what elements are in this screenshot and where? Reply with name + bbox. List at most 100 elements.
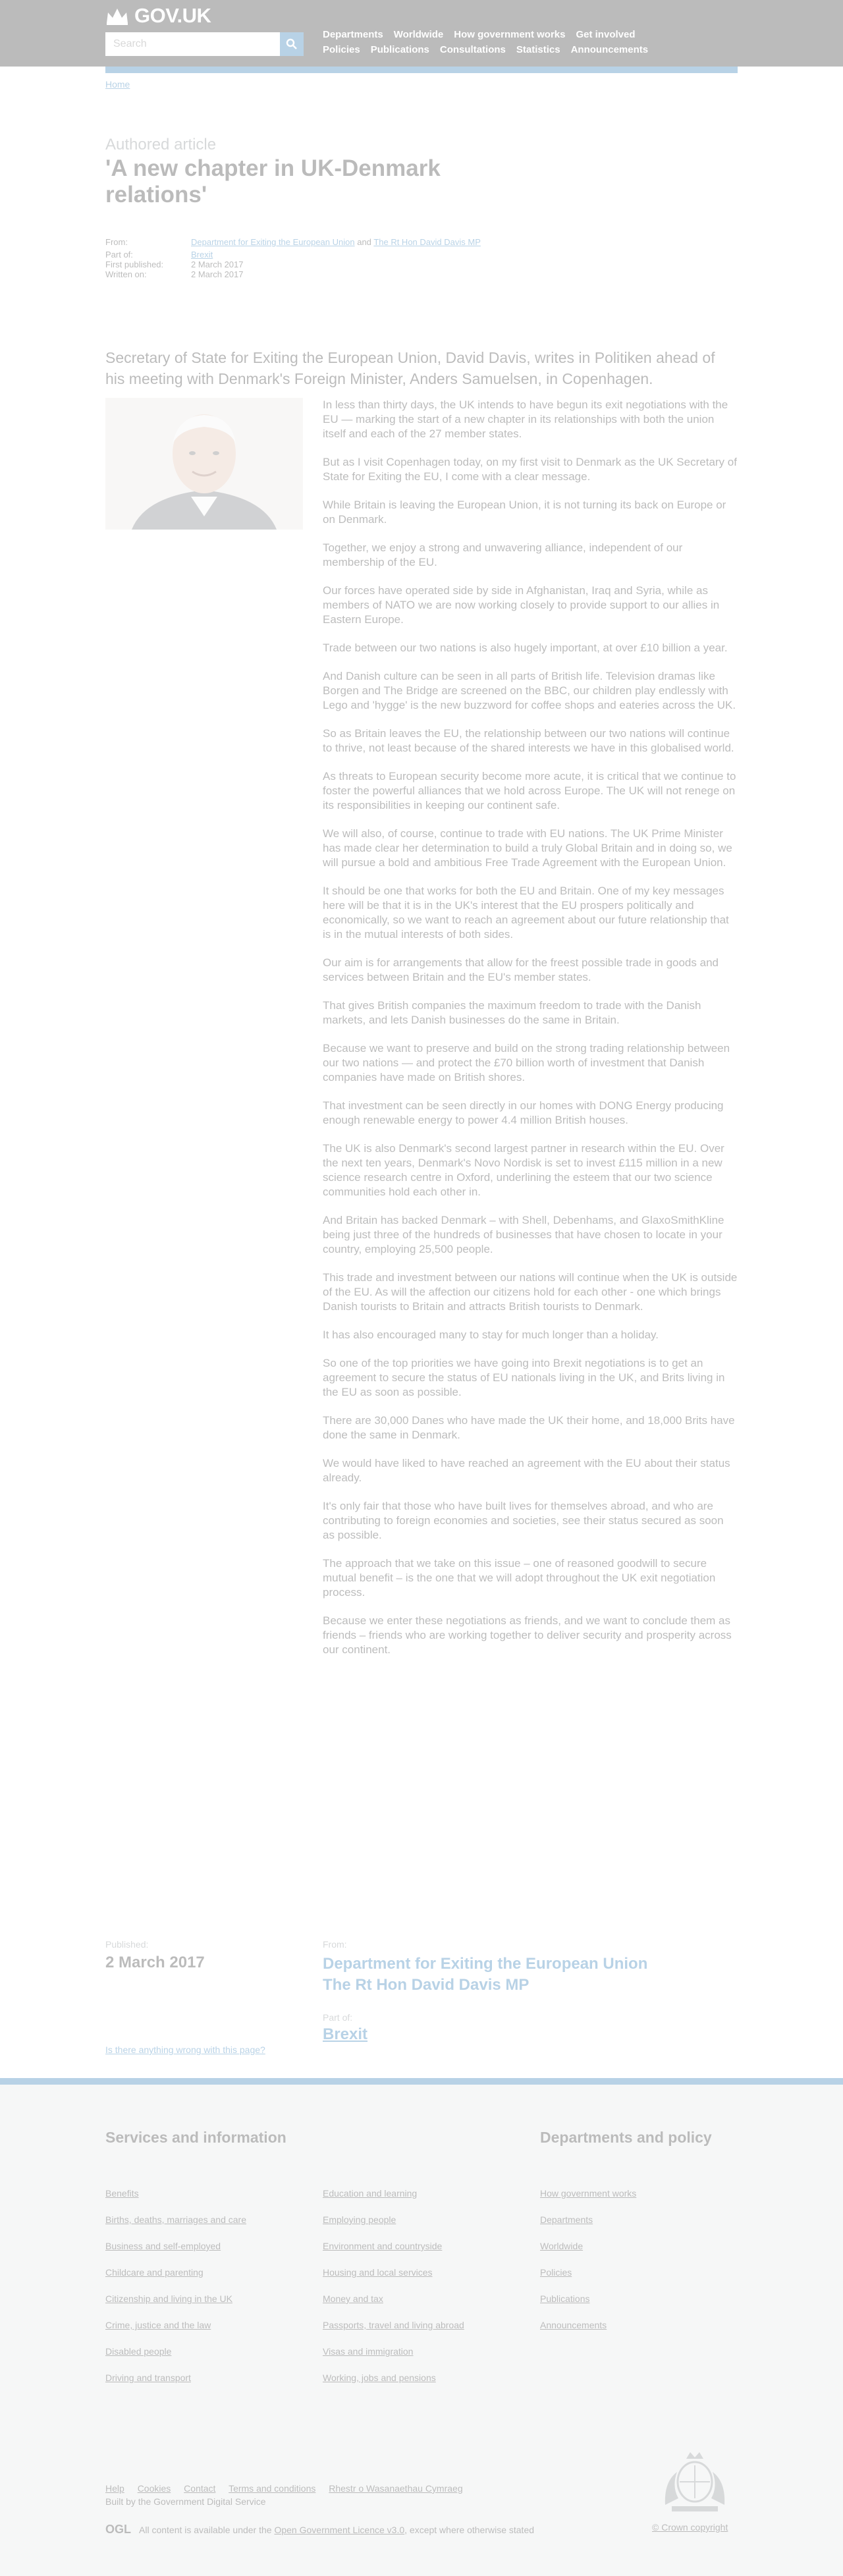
nav-statistics[interactable]: Statistics — [516, 44, 560, 55]
departments-column: How government works Departments Worldwi… — [540, 2187, 738, 2345]
from-link-minister[interactable]: The Rt Hon David Davis MP — [373, 237, 481, 247]
footer-link[interactable]: Business and self-employed — [105, 2239, 303, 2266]
nav-publications[interactable]: Publications — [371, 44, 429, 55]
footer-link[interactable]: Money and tax — [323, 2292, 520, 2318]
nav-departments[interactable]: Departments — [323, 29, 383, 40]
footer-meta: Help Cookies Contact Terms and condition… — [105, 2483, 474, 2507]
article-paragraph: This trade and investment between our na… — [323, 1271, 738, 1313]
from-footer-label: From: — [323, 1939, 347, 1950]
article-paragraph: We will also, of course, continue to tra… — [323, 827, 732, 869]
article-paragraph: And Danish culture can be seen in all pa… — [323, 670, 736, 711]
article-body: In less than thirty days, the UK intends… — [323, 398, 738, 1671]
article-paragraph: Because we want to preserve and build on… — [323, 1042, 730, 1083]
footer-link[interactable]: Departments — [540, 2213, 738, 2239]
article-paragraph: The approach that we take on this issue … — [323, 1557, 716, 1599]
article-summary: Secretary of State for Exiting the Europ… — [105, 349, 715, 387]
from-link-department[interactable]: Department for Exiting the European Unio… — [191, 237, 355, 247]
nav-policies[interactable]: Policies — [323, 44, 360, 55]
article-paragraph: It should be one that works for both the… — [323, 885, 729, 941]
nav-how-government-works[interactable]: How government works — [454, 29, 565, 40]
footer-link[interactable]: Announcements — [540, 2318, 738, 2345]
from-footer-link-minister[interactable]: The Rt Hon David Davis MP — [323, 1975, 647, 1996]
article-paragraph: The UK is also Denmark's second largest … — [323, 1142, 724, 1198]
part-of-link[interactable]: Brexit — [191, 250, 213, 260]
footer-link[interactable]: Childcare and parenting — [105, 2266, 303, 2292]
footer-help-link[interactable]: Help — [105, 2483, 124, 2494]
nav-consultations[interactable]: Consultations — [440, 44, 506, 55]
footer-link[interactable]: Environment and countryside — [323, 2239, 520, 2266]
written-on-label: Written on: — [105, 269, 147, 279]
nav-announcements[interactable]: Announcements — [571, 44, 649, 55]
licence-link[interactable]: Open Government Licence v3.0 — [274, 2525, 404, 2535]
footer-link[interactable]: Benefits — [105, 2187, 303, 2213]
from-footer-link-department[interactable]: Department for Exiting the European Unio… — [323, 1954, 647, 1975]
services-column-2: Education and learning Employing people … — [323, 2187, 520, 2398]
footer-contact-link[interactable]: Contact — [184, 2483, 215, 2494]
article-paragraph: It's only fair that those who have built… — [323, 1500, 724, 1541]
written-on-date: 2 March 2017 — [191, 269, 244, 279]
article-paragraph: Together, we enjoy a strong and unwaveri… — [323, 541, 683, 568]
search-button[interactable] — [280, 32, 304, 56]
footer-link[interactable]: Employing people — [323, 2213, 520, 2239]
article-paragraph: We would have liked to have reached an a… — [323, 1457, 730, 1484]
footer-link[interactable]: Housing and local services — [323, 2266, 520, 2292]
footer-link[interactable]: Crime, justice and the law — [105, 2318, 303, 2345]
departments-title: Departments and policy — [540, 2129, 712, 2146]
article-paragraph: But as I visit Copenhagen today, on my f… — [323, 456, 737, 483]
footer-link[interactable]: Passports, travel and living abroad — [323, 2318, 520, 2345]
footer-link[interactable]: Visas and immigration — [323, 2345, 520, 2371]
search-input[interactable] — [105, 32, 273, 56]
content-type-label: Authored article — [105, 136, 217, 153]
search-icon — [286, 38, 297, 49]
footer-link[interactable]: Education and learning — [323, 2187, 520, 2213]
document-metadata: From: Department for Exiting the Europea… — [105, 237, 481, 279]
footer-cookies-link[interactable]: Cookies — [138, 2483, 171, 2494]
govuk-logo[interactable]: GOV.UK — [105, 3, 211, 29]
footer-link[interactable]: Publications — [540, 2292, 738, 2318]
nav-get-involved[interactable]: Get involved — [576, 29, 635, 40]
article-paragraph: Because we enter these negotiations as f… — [323, 1614, 732, 1656]
part-of-footer-label: Part of: — [323, 2012, 353, 2023]
part-of-footer-link[interactable]: Brexit — [323, 2025, 367, 2044]
footer-terms-link[interactable]: Terms and conditions — [229, 2483, 315, 2494]
portrait-image — [105, 398, 303, 530]
crown-copyright-link[interactable]: © Crown copyright — [652, 2522, 728, 2533]
first-published-date: 2 March 2017 — [191, 260, 244, 269]
article-paragraph: In less than thirty days, the UK intends… — [323, 398, 728, 440]
article-paragraph: Trade between our two nations is also hu… — [323, 642, 728, 654]
article-paragraph: It has also encouraged many to stay for … — [323, 1329, 659, 1341]
footer-link[interactable]: Policies — [540, 2266, 738, 2292]
article-paragraph: So as Britain leaves the EU, the relatio… — [323, 727, 734, 754]
author-portrait — [105, 398, 303, 530]
licence-suffix: , except where otherwise stated — [404, 2524, 535, 2535]
article-paragraph: Our aim is for arrangements that allow f… — [323, 956, 719, 983]
footer-link[interactable]: Working, jobs and pensions — [323, 2371, 520, 2398]
published-label: Published: — [105, 1939, 149, 1950]
ogl-logo: OGL — [105, 2523, 131, 2536]
licence-prefix: All content is available under the — [139, 2524, 272, 2535]
footer-link[interactable]: Births, deaths, marriages and care — [105, 2213, 303, 2239]
footer-link[interactable]: Worldwide — [540, 2239, 738, 2266]
licence-notice: OGL All content is available under the O… — [105, 2523, 534, 2536]
article-paragraph: While Britain is leaving the European Un… — [323, 499, 726, 526]
footer-link[interactable]: Citizenship and living in the UK — [105, 2292, 303, 2318]
footer-welsh-link[interactable]: Rhestr o Wasanaethau Cymraeg — [329, 2483, 462, 2494]
breadcrumb-home[interactable]: Home — [105, 79, 130, 90]
report-problem-link[interactable]: Is there anything wrong with this page? — [105, 2044, 265, 2055]
from-label: From: — [105, 237, 128, 247]
article-paragraph: There are 30,000 Danes who have made the… — [323, 1414, 735, 1441]
part-of-label: Part of: — [105, 250, 133, 260]
footer-link[interactable]: Disabled people — [105, 2345, 303, 2371]
article-paragraph: That investment can be seen directly in … — [323, 1099, 724, 1126]
from-footer-list: Department for Exiting the European Unio… — [323, 1954, 647, 1996]
footer-link[interactable]: Driving and transport — [105, 2371, 303, 2398]
site-header: GOV.UK Departments Worldwide How governm… — [0, 0, 843, 67]
article-paragraph: And Britain has backed Denmark – with Sh… — [323, 1214, 724, 1255]
footer-link[interactable]: How government works — [540, 2187, 738, 2213]
royal-coat-of-arms-icon — [665, 2452, 725, 2511]
main-navigation: Departments Worldwide How government wor… — [323, 29, 744, 59]
nav-worldwide[interactable]: Worldwide — [394, 29, 444, 40]
article-paragraph: That gives British companies the maximum… — [323, 999, 701, 1026]
built-by-text: Built by the Government Digital Service — [105, 2496, 266, 2507]
article-paragraph: So one of the top priorities we have goi… — [323, 1357, 725, 1398]
